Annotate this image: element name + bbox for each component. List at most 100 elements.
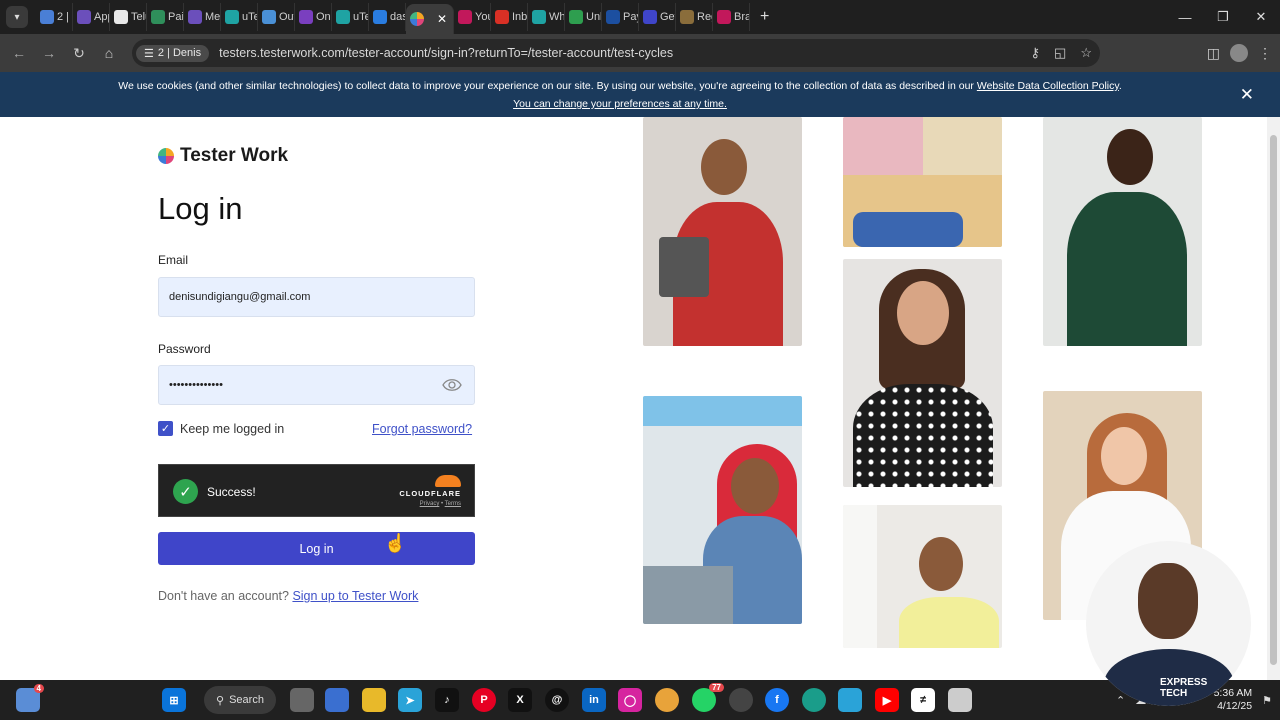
tab-list: 2 | D App Telu Paid Mer uTe Out One uTe dasl ✕ You I…: [36, 0, 750, 34]
browser-tab[interactable]: Reg: [676, 3, 713, 31]
browser-tab[interactable]: Pay: [602, 3, 639, 31]
forgot-password-link[interactable]: Forgot password?: [372, 422, 472, 436]
notification-bell-icon[interactable]: ⚑: [1262, 694, 1272, 707]
cloudflare-brand: CLOUDFLARE: [399, 489, 461, 498]
maximize-button[interactable]: ❐: [1204, 0, 1242, 34]
browser-tab[interactable]: Telu: [110, 3, 147, 31]
tab-favicon-icon: [151, 10, 165, 24]
address-bar[interactable]: ☰ 2 | Denis testers.testerwork.com/teste…: [132, 39, 1100, 67]
password-field[interactable]: ••••••••••••••: [158, 365, 475, 405]
browser-tab[interactable]: Unl: [565, 3, 602, 31]
tab-label: Pay: [623, 11, 638, 23]
youtube-icon[interactable]: ▶: [875, 688, 899, 712]
taskbar-search-label: Search: [229, 694, 264, 706]
whatsapp-icon[interactable]: 77: [692, 683, 724, 712]
profile-chip-label: 2 | Denis: [157, 47, 202, 59]
bookmark-star-icon[interactable]: ☆: [1080, 45, 1092, 61]
check-icon: ✓: [173, 479, 198, 504]
active-browser-tab[interactable]: ✕: [406, 4, 454, 34]
capcut-icon[interactable]: ≠: [911, 688, 935, 712]
new-tab-button[interactable]: +: [760, 8, 769, 26]
tab-favicon-icon: [569, 10, 583, 24]
policy-link[interactable]: Website Data Collection Policy: [977, 80, 1119, 92]
facebook-icon[interactable]: f: [765, 688, 789, 712]
browser-tab[interactable]: Get: [639, 3, 676, 31]
keep-logged-in[interactable]: ✓ Keep me logged in: [158, 421, 284, 436]
browser-tab[interactable]: Paid: [147, 3, 184, 31]
file-explorer-icon[interactable]: [362, 688, 386, 712]
captcha-terms-link[interactable]: Terms: [445, 501, 461, 507]
tab-search-button[interactable]: ▾: [6, 6, 28, 28]
more-menu-icon[interactable]: ⋮: [1258, 45, 1272, 62]
app-icon[interactable]: [325, 688, 349, 712]
login-button[interactable]: Log in: [158, 532, 475, 565]
taskbar-search[interactable]: ⚲ Search: [204, 686, 276, 714]
reload-button[interactable]: ↻: [64, 45, 94, 62]
install-app-icon[interactable]: ◱: [1054, 45, 1066, 61]
email-field[interactable]: denisundigiangu@gmail.com: [158, 277, 475, 317]
minimize-button[interactable]: —: [1166, 0, 1204, 34]
edge-icon[interactable]: [802, 688, 826, 712]
password-key-icon[interactable]: ⚷: [1031, 45, 1041, 61]
pinterest-icon[interactable]: P: [472, 688, 496, 712]
chrome-icon[interactable]: [655, 688, 679, 712]
eye-icon[interactable]: [442, 376, 462, 394]
x-icon[interactable]: X: [508, 688, 532, 712]
signup-link[interactable]: Sign up to Tester Work: [292, 589, 418, 603]
keep-logged-in-checkbox[interactable]: ✓: [158, 421, 173, 436]
email-value: denisundigiangu@gmail.com: [169, 291, 311, 303]
browser-tab[interactable]: Out: [258, 3, 295, 31]
active-app-icon[interactable]: [948, 688, 972, 712]
browser-tab[interactable]: uTe: [332, 3, 369, 31]
tab-favicon-icon: [495, 10, 509, 24]
tab-favicon-icon: [532, 10, 546, 24]
chrome-canary-icon[interactable]: [729, 688, 753, 712]
tab-label: Out: [279, 11, 295, 23]
tab-label: Reg: [697, 11, 712, 23]
start-button[interactable]: ⊞: [162, 688, 186, 712]
page-title: Log in: [158, 191, 243, 226]
tab-label: One: [316, 11, 331, 23]
photo-tester-laptop-table: [843, 117, 1002, 247]
tab-favicon-icon: [188, 10, 202, 24]
telegram-icon[interactable]: ➤: [398, 688, 422, 712]
profile-avatar[interactable]: [1230, 44, 1248, 62]
browser-tab[interactable]: App: [73, 3, 110, 31]
close-icon[interactable]: ✕: [1240, 85, 1254, 105]
browser-tab[interactable]: dasl: [369, 3, 406, 31]
preferences-link[interactable]: You can change your preferences at any t…: [513, 98, 727, 110]
whatsapp-badge: 77: [709, 683, 724, 692]
logo-mark-icon: [158, 148, 174, 164]
brand-logo[interactable]: Tester Work: [158, 145, 288, 167]
site-info-chip[interactable]: ☰ 2 | Denis: [136, 44, 210, 62]
cloudflare-captcha[interactable]: ✓ Success! CLOUDFLARE Privacy • Terms: [158, 464, 475, 517]
tab-label: Get: [660, 11, 676, 23]
cloud-icon: [435, 475, 461, 487]
captcha-privacy-link[interactable]: Privacy: [420, 501, 440, 507]
tab-favicon-icon: [40, 10, 54, 24]
home-button[interactable]: ⌂: [94, 45, 124, 61]
close-tab-icon[interactable]: ✕: [437, 12, 447, 26]
page-scrollbar[interactable]: [1267, 117, 1280, 680]
tab-label: 2 | D: [57, 11, 72, 23]
browser-tab[interactable]: Inbo: [491, 3, 528, 31]
instagram-icon[interactable]: ◯: [618, 688, 642, 712]
browser-tab[interactable]: uTe: [221, 3, 258, 31]
browser-tab[interactable]: 2 | D: [36, 3, 73, 31]
extensions-icon[interactable]: ◫: [1207, 45, 1220, 62]
tab-favicon-icon: [114, 10, 128, 24]
linkedin-icon[interactable]: in: [582, 688, 606, 712]
store-icon[interactable]: [838, 688, 862, 712]
threads-icon[interactable]: @: [545, 688, 569, 712]
back-button[interactable]: ←: [4, 45, 34, 61]
browser-tab[interactable]: Wh: [528, 3, 565, 31]
browser-tab[interactable]: One: [295, 3, 332, 31]
forward-button[interactable]: →: [34, 45, 64, 61]
weather-widget-icon[interactable]: 4: [16, 684, 44, 712]
close-window-button[interactable]: ✕: [1242, 0, 1280, 34]
browser-tab[interactable]: Mer: [184, 3, 221, 31]
task-view-icon[interactable]: [290, 688, 314, 712]
browser-tab[interactable]: You: [454, 3, 491, 31]
browser-tab[interactable]: Bra: [713, 3, 750, 31]
tiktok-icon[interactable]: ♪: [435, 688, 459, 712]
